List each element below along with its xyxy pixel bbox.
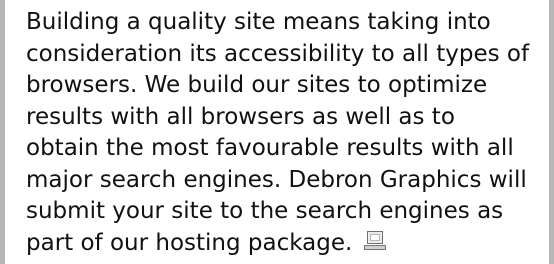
text-line: consideration its accessibility to all t… (26, 40, 530, 67)
text-line: submit your site to the search engines a… (26, 198, 504, 224)
text-line: browsers. We build our sites to optimize (26, 72, 488, 98)
text-line-last-text: part of our hosting package. (26, 229, 353, 256)
text-line-last: part of our hosting package. (26, 228, 551, 260)
text-line: results with all browsers as well as to (26, 103, 455, 130)
text-line: Building a quality site means taking int… (26, 9, 491, 35)
text-line: obtain the most favourable results with … (26, 135, 514, 161)
text-line: major search engines. Debron Graphics wi… (26, 166, 527, 193)
content-panel: Building a quality site means taking int… (0, 0, 554, 264)
computer-icon (364, 230, 388, 253)
article-text: Building a quality site means taking int… (26, 7, 551, 259)
